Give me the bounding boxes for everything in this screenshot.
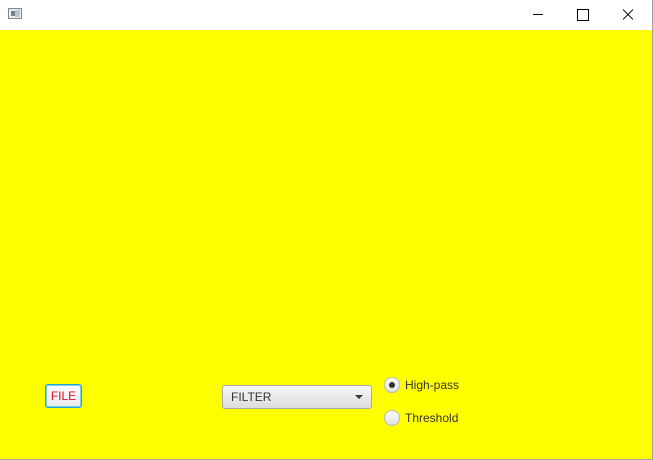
file-button[interactable]: FILE <box>45 384 82 408</box>
radio-label: Threshold <box>405 411 459 425</box>
radio-label: High-pass <box>405 378 460 392</box>
title-bar[interactable] <box>0 0 652 30</box>
maximize-icon[interactable] <box>560 0 606 30</box>
app-window: FILE FILTER High-pass Threshold <box>0 0 653 460</box>
app-window-icon <box>8 8 22 19</box>
radio-button[interactable] <box>384 410 400 426</box>
radio-button[interactable] <box>384 377 400 393</box>
chevron-down-icon <box>355 395 363 399</box>
close-icon[interactable] <box>606 0 652 30</box>
radio-selected-dot <box>389 382 395 388</box>
canvas-area: FILE FILTER High-pass Threshold <box>0 30 652 459</box>
minimize-icon[interactable] <box>514 0 560 30</box>
filter-dropdown-value: FILTER <box>231 390 272 404</box>
filter-dropdown[interactable]: FILTER <box>222 385 372 409</box>
